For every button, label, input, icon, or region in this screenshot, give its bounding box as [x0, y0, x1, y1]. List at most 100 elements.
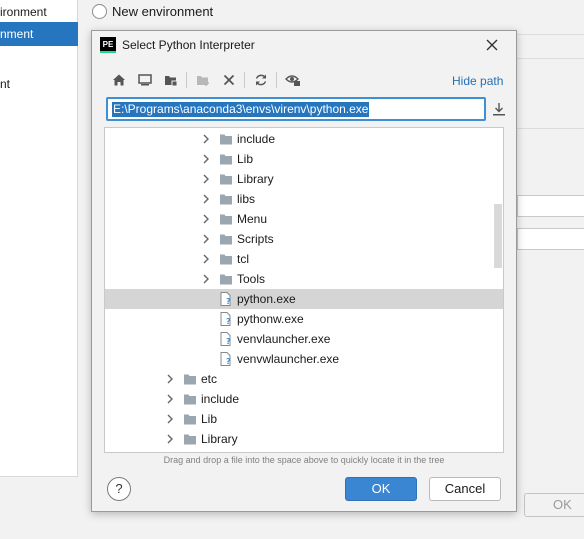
tree-item-label: include: [201, 392, 240, 406]
background-field[interactable]: [517, 228, 584, 250]
chevron-right-icon[interactable]: [165, 414, 175, 424]
svg-text:?: ?: [226, 317, 231, 326]
tree-item-label: etc: [201, 372, 218, 386]
folder-icon: [184, 414, 196, 425]
tree-file-row[interactable]: ? venvwlauncher.exe: [105, 349, 503, 369]
tree-item-label: Library: [201, 432, 238, 446]
tree-item-label: Menu: [237, 212, 268, 226]
hide-path-link[interactable]: Hide path: [452, 74, 503, 88]
dialog-title: Select Python Interpreter: [122, 38, 255, 52]
tree-item-label: venvwlauncher.exe: [237, 352, 340, 366]
svg-text:?: ?: [226, 297, 231, 306]
desktop-icon: [138, 74, 152, 86]
select-interpreter-dialog: PE Select Python Interpreter Hide path E…: [91, 30, 517, 512]
background-field[interactable]: [517, 195, 584, 217]
tree-item-label: libs: [237, 192, 256, 206]
svg-text:?: ?: [226, 357, 231, 366]
folder-icon: [220, 154, 232, 165]
tree-folder-row[interactable]: libs: [105, 189, 503, 209]
unknown-file-icon: ?: [220, 312, 231, 326]
sidebar-item-label: nt: [0, 77, 11, 91]
tree-scrollbar[interactable]: [494, 204, 502, 268]
divider: [517, 128, 584, 129]
background-ok-button[interactable]: OK: [524, 493, 584, 517]
new-environment-label: New environment: [112, 4, 214, 19]
close-icon: [486, 39, 498, 51]
chevron-right-icon[interactable]: [201, 174, 211, 184]
chevron-right-icon[interactable]: [165, 374, 175, 384]
tree-folder-row[interactable]: etc: [105, 369, 503, 389]
cancel-button[interactable]: Cancel: [429, 477, 501, 501]
close-button[interactable]: [480, 33, 504, 57]
project-folder-icon: [165, 76, 178, 87]
project-button[interactable]: [160, 69, 182, 91]
home-button[interactable]: [108, 69, 130, 91]
refresh-button[interactable]: [250, 69, 272, 91]
tree-item-label: include: [237, 132, 276, 146]
new-folder-icon: [197, 76, 209, 86]
chevron-right-icon[interactable]: [201, 234, 211, 244]
unknown-file-icon: ?: [220, 292, 231, 306]
chevron-right-icon[interactable]: [201, 254, 211, 264]
tree-folder-row[interactable]: include: [105, 129, 503, 149]
folder-icon: [220, 274, 232, 285]
folder-icon: [220, 254, 232, 265]
chevron-right-icon[interactable]: [165, 394, 175, 404]
folder-icon: [184, 374, 196, 385]
refresh-icon: [255, 74, 267, 86]
tree-item-label: Tools: [237, 272, 266, 286]
delete-icon: [223, 74, 235, 86]
sidebar-item-selected[interactable]: nment: [0, 22, 78, 46]
help-button[interactable]: ?: [107, 477, 131, 501]
dialog-titlebar: PE Select Python Interpreter: [92, 31, 516, 59]
sidebar-item-label: ironment: [0, 5, 47, 19]
tree-folder-row[interactable]: include: [105, 389, 503, 409]
show-hidden-button[interactable]: [282, 69, 304, 91]
path-input[interactable]: E:\Programs\anaconda3\envs\virenv\python…: [106, 97, 486, 121]
file-tree[interactable]: include Lib Library libs Menu Scripts tcl Tools…: [104, 127, 504, 453]
chevron-right-icon[interactable]: [201, 154, 211, 164]
toolbar-separator: [276, 72, 277, 88]
chevron-right-icon[interactable]: [165, 434, 175, 444]
tree-file-row[interactable]: ? pythonw.exe: [105, 309, 503, 329]
toolbar-separator: [244, 72, 245, 88]
chevron-right-icon[interactable]: [201, 194, 211, 204]
tree-folder-row[interactable]: Menu: [105, 209, 503, 229]
sidebar-item-label: nment: [0, 27, 34, 41]
tree-item-label: pythonw.exe: [237, 312, 304, 326]
tree-folder-row[interactable]: Scripts: [105, 229, 503, 249]
home-icon: [113, 74, 125, 86]
chevron-right-icon[interactable]: [201, 274, 211, 284]
tree-folder-row[interactable]: Tools: [105, 269, 503, 289]
drag-drop-hint: Drag and drop a file into the space abov…: [163, 455, 445, 465]
ok-button[interactable]: OK: [345, 477, 417, 501]
new-folder-button[interactable]: [192, 69, 214, 91]
tree-item-label: Library: [237, 172, 274, 186]
svg-text:?: ?: [226, 337, 231, 346]
sidebar-item-other[interactable]: nt: [0, 72, 78, 96]
desktop-button[interactable]: [134, 69, 156, 91]
path-input-value: E:\Programs\anaconda3\envs\virenv\python…: [112, 102, 370, 117]
folder-icon: [184, 394, 196, 405]
divider: [517, 34, 584, 35]
chevron-right-icon[interactable]: [201, 134, 211, 144]
tree-item-label: Lib: [201, 412, 218, 426]
show-hidden-icon: [285, 75, 300, 86]
chevron-right-icon[interactable]: [201, 214, 211, 224]
folder-icon: [184, 434, 196, 445]
sidebar-item-environment[interactable]: ironment: [0, 0, 78, 24]
tree-folder-row[interactable]: tcl: [105, 249, 503, 269]
tree-folder-row[interactable]: Lib: [105, 409, 503, 429]
delete-button[interactable]: [218, 69, 240, 91]
pycharm-logo-icon: PE: [100, 37, 116, 53]
tree-item-label: python.exe: [237, 292, 296, 306]
tree-folder-row[interactable]: Library: [105, 429, 503, 449]
tree-file-row[interactable]: ? python.exe: [105, 289, 503, 309]
download-button[interactable]: [490, 99, 508, 119]
new-environment-radio[interactable]: [92, 4, 107, 19]
tree-item-label: tcl: [237, 252, 249, 266]
tree-folder-row[interactable]: Lib: [105, 149, 503, 169]
tree-folder-row[interactable]: Library: [105, 169, 503, 189]
tree-file-row[interactable]: ? venvlauncher.exe: [105, 329, 503, 349]
folder-icon: [220, 134, 232, 145]
